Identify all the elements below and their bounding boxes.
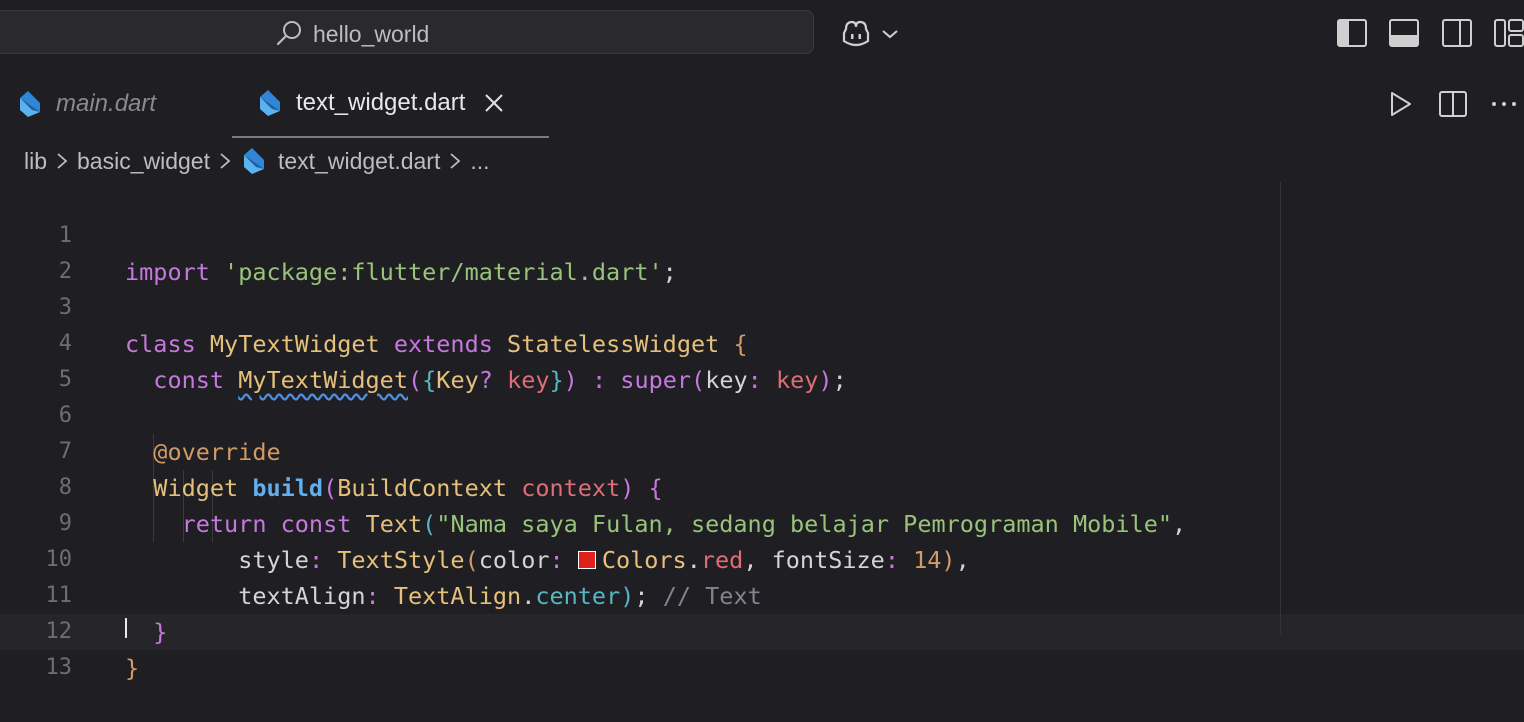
code-line: 9 style: TextStyle(color: Colors.red, fo…	[0, 470, 1524, 574]
copilot-icon[interactable]	[840, 19, 872, 49]
code-line: 11 }	[0, 542, 1524, 646]
dart-icon	[20, 91, 40, 117]
tab-text-widget-dart[interactable]: text_widget.dart	[232, 70, 549, 138]
breadcrumb-lib[interactable]: lib	[24, 148, 47, 175]
breadcrumb-file[interactable]: text_widget.dart	[278, 148, 440, 175]
code-line: 3 class MyTextWidget extends StatelessWi…	[0, 254, 1524, 358]
chevron-right-icon	[57, 153, 68, 169]
tab-label: text_widget.dart	[296, 89, 466, 116]
split-editor-icon[interactable]	[1439, 90, 1467, 118]
toggle-panel-icon[interactable]	[1389, 19, 1419, 47]
code-line: 4 const MyTextWidget({Key? key}) : super…	[0, 290, 1524, 394]
code-line: 12 }	[0, 578, 1524, 682]
search-text[interactable]: hello_world	[313, 20, 429, 48]
more-actions-icon[interactable]	[1490, 90, 1518, 118]
toggle-secondary-sidebar-icon[interactable]	[1442, 19, 1472, 47]
close-icon[interactable]	[483, 92, 505, 114]
run-icon[interactable]	[1386, 90, 1414, 118]
toggle-primary-sidebar-icon[interactable]	[1337, 19, 1367, 47]
code-line: 13	[0, 614, 1524, 680]
chevron-right-icon	[450, 153, 461, 169]
code-line: 1 import 'package:flutter/material.dart'…	[0, 182, 1524, 286]
title-bar: hello_world	[0, 0, 1524, 70]
code-line: 2	[0, 218, 1524, 284]
editor-tab-bar: main.dart text_widget.dart	[0, 70, 1524, 138]
dart-icon	[260, 90, 280, 116]
dart-icon	[243, 148, 264, 174]
code-line: 6 @override	[0, 362, 1524, 466]
line-number: 13	[45, 655, 73, 680]
breadcrumb: lib basic_widget text_widget.dart ...	[24, 143, 490, 179]
text-cursor	[125, 618, 127, 638]
code-line: 10 textAlign: TextAlign.center); // Text	[0, 506, 1524, 610]
search-icon	[276, 21, 301, 46]
code-line: 8 return const Text("Nama saya Fulan, se…	[0, 434, 1524, 538]
code-line: 5	[0, 326, 1524, 392]
breadcrumb-basic-widget[interactable]: basic_widget	[77, 148, 210, 175]
tab-main-dart[interactable]: main.dart	[16, 70, 156, 138]
chevron-down-icon[interactable]	[880, 24, 900, 44]
code-line: 7 Widget build(BuildContext context) {	[0, 398, 1524, 502]
code-editor[interactable]: 1 import 'package:flutter/material.dart'…	[0, 182, 1524, 682]
chevron-right-icon	[220, 153, 231, 169]
line-content: }	[125, 654, 140, 682]
breadcrumb-symbol[interactable]: ...	[470, 148, 489, 175]
customize-layout-icon[interactable]	[1494, 19, 1524, 47]
tab-label: main.dart	[56, 90, 157, 117]
